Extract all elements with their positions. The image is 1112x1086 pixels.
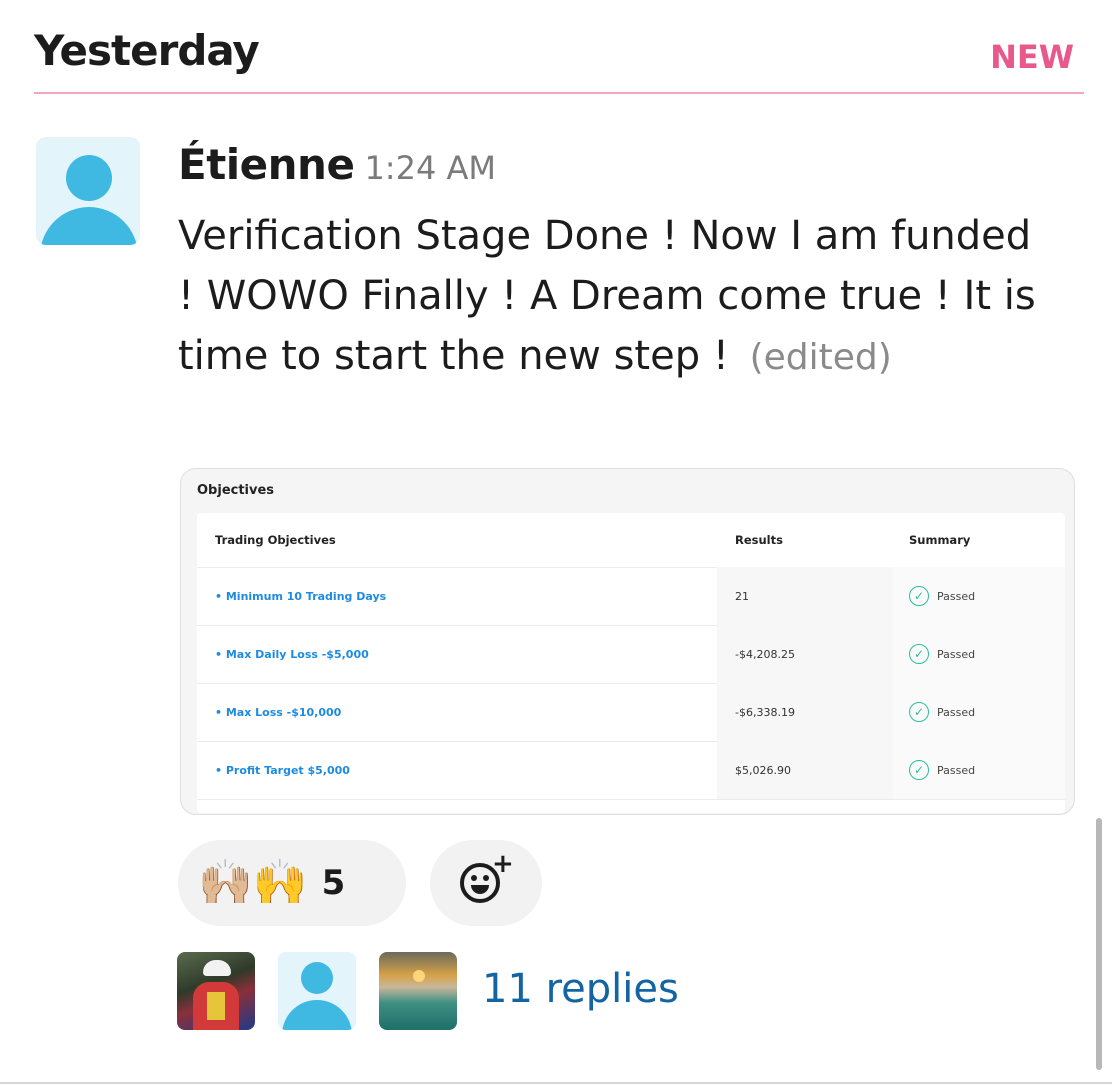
new-messages-label: NEW: [990, 38, 1074, 76]
reply-avatar-default[interactable]: [278, 952, 356, 1030]
objective-summary: Passed: [937, 647, 976, 661]
table-header-row: Trading Objectives Results Summary: [197, 513, 1065, 568]
reply-avatar-landscape[interactable]: [379, 952, 457, 1030]
objectives-table: Trading Objectives Results Summary • Min…: [197, 513, 1065, 813]
reaction-count: 5: [321, 863, 346, 903]
day-title: Yesterday: [34, 26, 260, 75]
column-header-objectives: Trading Objectives: [215, 533, 336, 547]
scrollbar[interactable]: [1096, 818, 1102, 1070]
raising-hands-icon: 🙌🏼🙌: [198, 857, 308, 908]
image-attachment[interactable]: Objectives Trading Objectives Results Su…: [180, 468, 1075, 815]
check-circle-icon: ✓: [909, 760, 929, 780]
new-messages-divider: [34, 92, 1084, 94]
message-body: Verification Stage Done ! Now I am funde…: [178, 206, 1038, 388]
objective-summary: Passed: [937, 705, 976, 719]
author-avatar[interactable]: [36, 137, 140, 245]
avatar-head-shape: [66, 155, 112, 201]
edited-label: (edited): [749, 337, 892, 378]
reaction-raising-hands[interactable]: 🙌🏼🙌 5: [178, 840, 406, 926]
table-row: • Max Daily Loss -$5,000 -$4,208.25 ✓ Pas…: [197, 625, 1065, 684]
message-header: Étienne 1:24 AM: [178, 140, 496, 189]
check-circle-icon: ✓: [909, 702, 929, 722]
bottom-divider: [0, 1082, 1112, 1084]
reply-avatar-cyclist[interactable]: [177, 952, 255, 1030]
author-name[interactable]: Étienne: [178, 140, 355, 189]
objective-result: $5,026.90: [717, 741, 893, 799]
table-row: • Minimum 10 Trading Days 21 ✓ Passed: [197, 567, 1065, 626]
add-emoji-icon: +: [458, 849, 514, 911]
objective-name: • Profit Target $5,000: [215, 763, 350, 777]
day-header: Yesterday NEW: [34, 20, 1082, 92]
objective-result: 21: [717, 567, 893, 625]
thread-replies-link[interactable]: 11 replies: [482, 966, 679, 1012]
objective-name: • Minimum 10 Trading Days: [215, 589, 387, 603]
objective-result: -$6,338.19: [717, 683, 893, 741]
column-header-results: Results: [735, 533, 783, 547]
check-circle-icon: ✓: [909, 644, 929, 664]
objectives-title: Objectives: [197, 483, 275, 498]
message-text: Verification Stage Done ! Now I am funde…: [178, 213, 1036, 379]
table-row: • Profit Target $5,000 $5,026.90 ✓ Passed: [197, 741, 1065, 800]
table-row: • Max Loss -$10,000 -$6,338.19 ✓ Passed: [197, 683, 1065, 742]
message-timestamp[interactable]: 1:24 AM: [364, 149, 496, 187]
objective-summary: Passed: [937, 589, 976, 603]
avatar-body-shape: [40, 207, 138, 245]
check-circle-icon: ✓: [909, 586, 929, 606]
objective-summary: Passed: [937, 763, 976, 777]
add-reaction-button[interactable]: +: [430, 840, 542, 926]
objective-name: • Max Loss -$10,000: [215, 705, 342, 719]
objective-name: • Max Daily Loss -$5,000: [215, 647, 369, 661]
column-header-summary: Summary: [909, 533, 971, 547]
objective-result: -$4,208.25: [717, 625, 893, 683]
